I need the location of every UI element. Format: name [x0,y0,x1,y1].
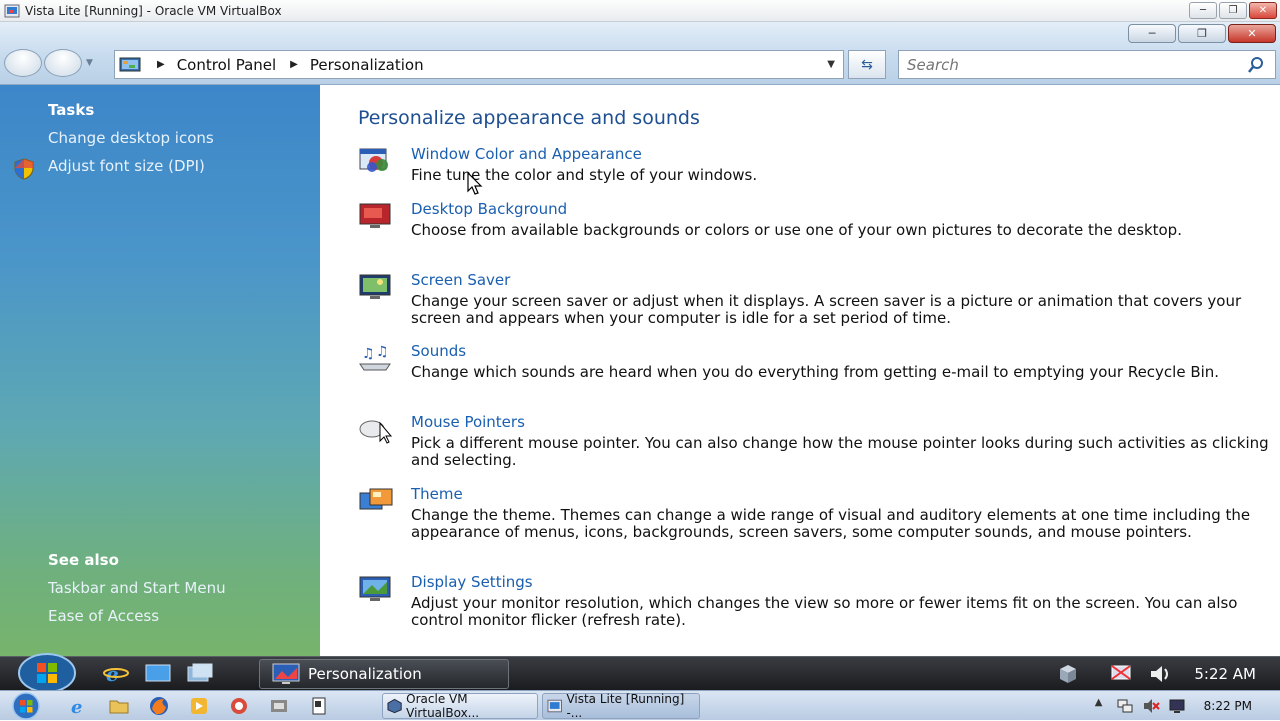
see-also-heading: See also [48,551,119,569]
guest-taskbar: e Personalization 5:22 AM [0,653,1280,693]
host-taskbar: e Oracle VM VirtualBox... Vista Lite [Ru… [0,690,1280,720]
sounds-icon: ♫ ♫ [359,344,391,371]
screen-saver-icon [359,274,391,299]
display-settings-link[interactable]: Display Settings [411,573,533,591]
host-app-icon[interactable] [228,695,250,717]
mouse-pointers-link[interactable]: Mouse Pointers [411,413,525,431]
item-description: Change your screen saver or adjust when … [411,292,1242,327]
host-tools-icon[interactable] [268,695,290,717]
ease-of-access-link[interactable]: Ease of Access [48,607,159,625]
restore-icon: ❐ [1197,27,1207,40]
control-panel-icon [119,57,141,71]
explorer-chrome: ─ ❐ ✕ ▼ ▶ Control Panel ▶ Personalizatio… [0,22,1280,85]
minimize-icon: ─ [1148,27,1156,40]
minimize-button[interactable]: ─ [1128,24,1176,43]
host-taskbar-label: Vista Lite [Running] -... [566,692,685,720]
breadcrumb-arrow-icon[interactable]: ▶ [290,59,298,70]
item-description: Change which sounds are heard when you d… [411,363,1220,381]
minimize-icon: ─ [1199,5,1207,16]
main-content: Personalize appearance and sounds Window… [320,85,1280,656]
taskbar-button-personalization[interactable]: Personalization [259,659,509,689]
change-desktop-icons-link[interactable]: Change desktop icons [48,129,214,147]
host-minimize-button[interactable]: ─ [1189,2,1217,19]
start-orb-icon[interactable] [16,653,78,693]
host-folder-icon[interactable] [108,695,130,717]
host-firefox-icon[interactable] [148,695,170,717]
svg-text:♫: ♫ [376,344,389,360]
breadcrumb-control-panel[interactable]: Control Panel [177,56,276,74]
restore-icon: ❐ [1228,5,1238,16]
forward-button[interactable] [44,49,82,77]
item-description: Adjust your monitor resolution, which ch… [411,594,1238,629]
close-button[interactable]: ✕ [1228,24,1276,43]
display-settings-icon [359,576,391,601]
host-close-button[interactable]: ✕ [1249,2,1277,19]
breadcrumb-personalization[interactable]: Personalization [310,56,424,74]
theme-icon [359,488,393,510]
host-taskbar-button-vista-lite[interactable]: Vista Lite [Running] -... [542,692,700,720]
svg-text:e: e [71,697,82,717]
network-icon[interactable] [1054,663,1080,685]
show-hidden-icons-icon[interactable]: ▲ [1090,697,1108,715]
host-title-bar: Vista Lite [Running] - Oracle VM Virtual… [0,0,1280,22]
page-title: Personalize appearance and sounds [358,107,700,129]
host-media-player-icon[interactable] [188,695,210,717]
refresh-button[interactable]: ⇆ [848,50,886,79]
item-description: Fine tune the color and style of your wi… [411,166,758,184]
host-start-button-icon[interactable] [8,691,44,721]
chevron-down-icon[interactable]: ▼ [827,59,835,70]
window-color-link[interactable]: Window Color and Appearance [411,145,642,163]
mouse-pointers-icon [359,420,393,444]
host-taskbar-label: Oracle VM VirtualBox... [406,692,480,720]
refresh-icon: ⇆ [861,56,873,73]
desktop-background-link[interactable]: Desktop Background [411,200,567,218]
guest-clock[interactable]: 5:22 AM [1194,665,1256,683]
close-icon: ✕ [1247,27,1257,40]
close-icon: ✕ [1258,5,1268,16]
host-network-icon[interactable] [1116,697,1134,715]
host-display-icon[interactable] [1168,697,1186,715]
host-notes-icon[interactable] [308,695,330,717]
switch-windows-icon[interactable] [186,661,214,685]
recent-pages-dropdown[interactable]: ▼ [86,58,93,68]
theme-link[interactable]: Theme [411,485,463,503]
adjust-font-size-link[interactable]: Adjust font size (DPI) [48,157,205,175]
virtualbox-icon [387,698,402,714]
item-description: Choose from available backgrounds or col… [411,221,1182,239]
search-icon[interactable] [1246,56,1266,74]
window-color-icon [359,148,388,172]
screen-saver-link[interactable]: Screen Saver [411,271,510,289]
back-button[interactable] [4,49,42,77]
show-desktop-icon[interactable] [144,661,172,685]
tasks-heading: Tasks [48,101,95,119]
uac-shield-icon [14,158,34,180]
host-muted-volume-icon[interactable] [1142,697,1160,715]
host-taskbar-button-virtualbox[interactable]: Oracle VM VirtualBox... [382,692,538,720]
item-description: Change the theme. Themes can change a wi… [411,506,1251,541]
taskbar-start-menu-link[interactable]: Taskbar and Start Menu [48,579,226,597]
virtualbox-vm-icon [4,4,20,17]
task-pane: Tasks Change desktop icons Adjust font s… [0,85,320,656]
svg-text:e: e [106,662,119,685]
internet-explorer-icon[interactable]: e [102,661,130,686]
monitor-warning-icon[interactable] [1110,663,1136,685]
mouse-cursor-icon [467,172,483,195]
item-description: Pick a different mouse pointer. You can … [411,434,1269,469]
host-window-title: Vista Lite [Running] - Oracle VM Virtual… [25,3,282,18]
personalization-icon [272,663,300,684]
virtualbox-vm-icon [547,699,562,713]
search-input[interactable] [898,50,1276,79]
maximize-button[interactable]: ❐ [1178,24,1226,43]
host-restore-button[interactable]: ❐ [1219,2,1247,19]
volume-icon[interactable] [1148,663,1174,685]
host-clock[interactable]: 8:22 PM [1204,699,1252,713]
svg-text:♫: ♫ [362,346,375,362]
desktop-background-icon [359,203,391,228]
breadcrumb-arrow-icon[interactable]: ▶ [157,59,165,70]
taskbar-button-label: Personalization [308,665,422,683]
sounds-link[interactable]: Sounds [411,342,466,360]
host-ie-icon[interactable]: e [68,695,90,718]
address-bar[interactable]: ▶ Control Panel ▶ Personalization ▼ [114,50,844,79]
